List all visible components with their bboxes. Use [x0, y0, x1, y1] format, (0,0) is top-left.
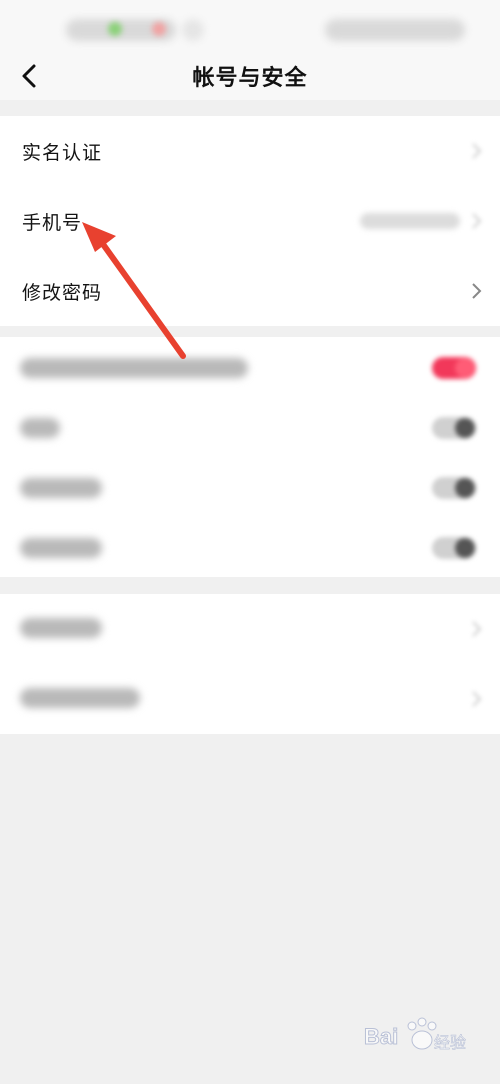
blurred-row-2[interactable] — [0, 664, 500, 734]
status-dots-blurred — [182, 19, 204, 41]
row-real-name-verification[interactable]: 实名认证 — [0, 116, 500, 186]
chevron-right-icon — [472, 143, 482, 159]
status-bar — [0, 0, 500, 50]
toggle-row-4[interactable] — [0, 517, 500, 577]
chevron-right-icon — [472, 691, 482, 707]
account-security-screen: 帐号与安全 实名认证 手机号 修改密码 Bai 经验 — [0, 0, 500, 1084]
toggle-label-blurred — [20, 538, 102, 558]
toggle-row-3[interactable] — [0, 457, 500, 517]
privacy-toggles-group — [0, 337, 500, 577]
toggle-switch-off[interactable] — [432, 537, 476, 559]
row-label-blurred — [20, 688, 140, 708]
blurred-row-1[interactable] — [0, 594, 500, 664]
status-indicator-red — [152, 22, 166, 36]
row-change-password[interactable]: 修改密码 — [0, 256, 500, 326]
toggle-label-blurred — [20, 478, 102, 498]
toggle-switch-off[interactable] — [432, 417, 476, 439]
account-settings-group: 实名认证 手机号 修改密码 — [0, 116, 500, 326]
chevron-right-icon — [472, 621, 482, 637]
toggle-row-2[interactable] — [0, 397, 500, 457]
misc-settings-group — [0, 594, 500, 734]
toggle-row-1[interactable] — [0, 337, 500, 397]
row-label-change-password: 修改密码 — [22, 282, 103, 304]
toggle-label-blurred — [20, 418, 60, 438]
toggle-switch-on[interactable] — [432, 357, 476, 379]
chevron-right-icon — [472, 213, 482, 229]
row-label-blurred — [20, 618, 102, 638]
row-phone-number[interactable]: 手机号 — [0, 186, 500, 256]
row-label-real-name: 实名认证 — [22, 142, 103, 164]
page-title: 帐号与安全 — [192, 66, 308, 91]
svg-text:经验: 经验 — [434, 1033, 466, 1052]
phone-value-blurred — [360, 213, 460, 229]
toggle-label-blurred — [20, 358, 248, 378]
status-indicator-green — [108, 22, 122, 36]
chevron-right-icon — [472, 283, 482, 299]
nav-bar: 帐号与安全 — [0, 50, 500, 100]
baidu-jingyan-watermark: Bai 经验 — [364, 1017, 466, 1052]
toggle-switch-off[interactable] — [432, 477, 476, 499]
svg-text:Bai: Bai — [364, 1024, 398, 1049]
status-signal-blurred — [325, 19, 465, 41]
row-label-phone: 手机号 — [22, 212, 83, 234]
